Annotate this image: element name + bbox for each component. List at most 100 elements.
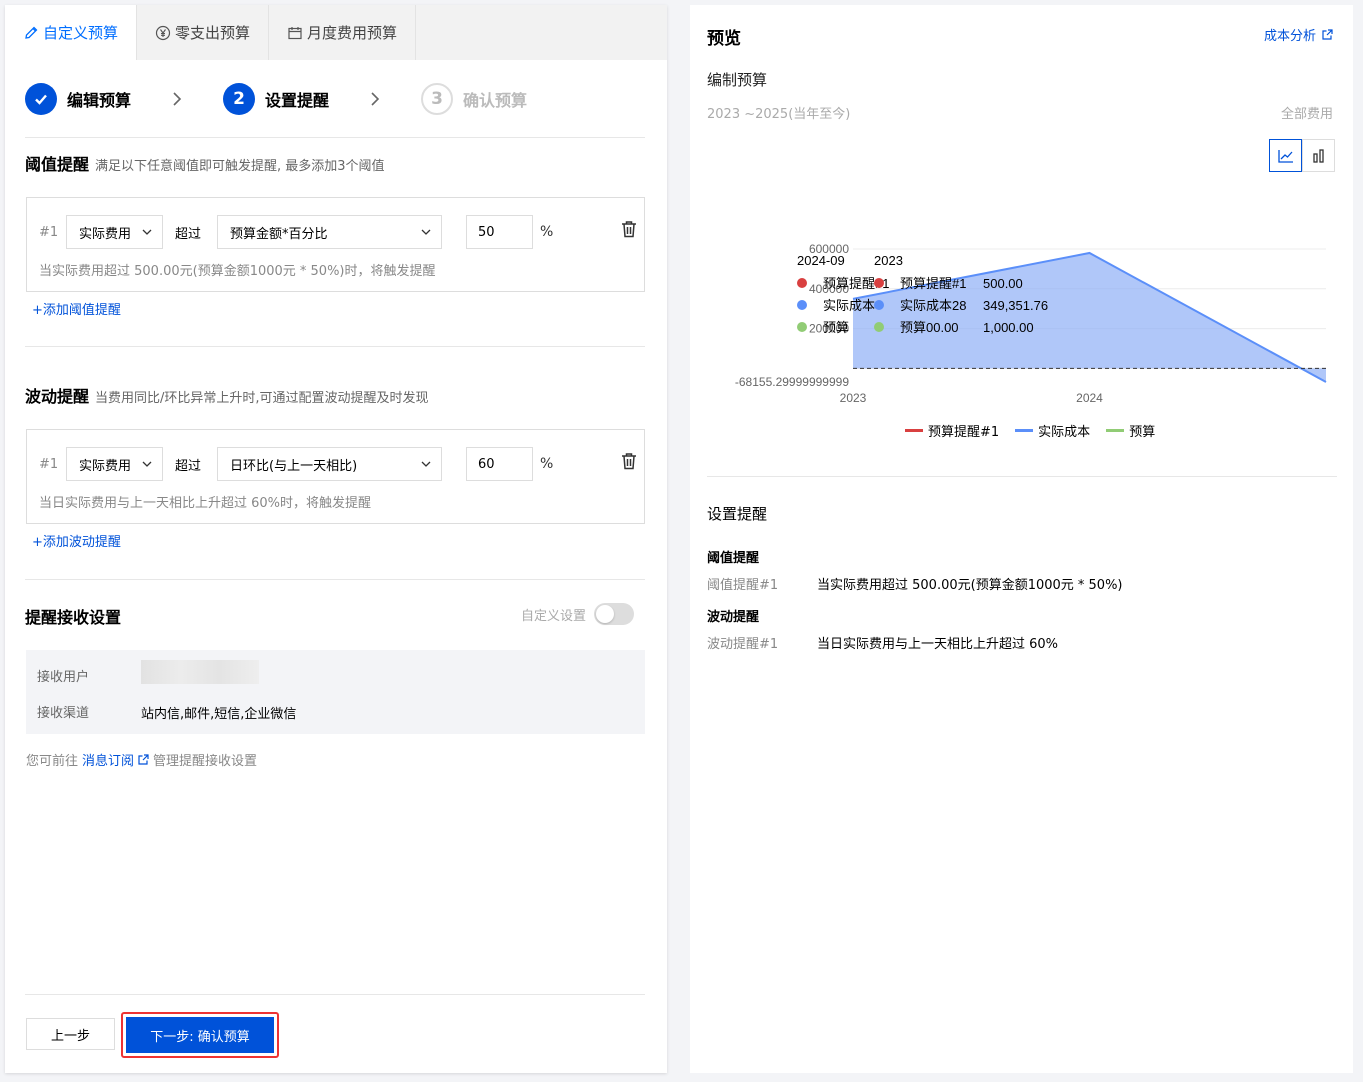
trash-icon[interactable] — [621, 452, 637, 470]
next-step-button[interactable]: 下一步: 确认预算 — [126, 1017, 274, 1053]
chevron-down-icon — [421, 461, 431, 467]
bar-chart-button[interactable] — [1302, 139, 1335, 172]
custom-settings-toggle[interactable] — [594, 603, 634, 625]
trash-icon[interactable] — [621, 220, 637, 238]
x-tick-label: 2023 — [840, 391, 867, 405]
rule-hint: 当日实际费用与上一天相比上升超过 60%时，将触发提醒 — [39, 496, 372, 511]
settings-title: 设置提醒 — [707, 505, 768, 523]
tooltip-series-name: 预算 — [823, 320, 849, 335]
fluctuation-key: 波动提醒#1 — [707, 637, 779, 652]
fluctuation-summary: 当日实际费用与上一天相比上升超过 60% — [817, 637, 1059, 652]
external-link-icon[interactable] — [138, 754, 149, 765]
budget-area-chart: 600000400000200000-68155.299999999992023… — [735, 242, 1327, 405]
custom-settings-toggle-wrap: 自定义设置 — [521, 603, 634, 625]
tab-monthly-budget[interactable]: 月度费用预算 — [269, 5, 417, 60]
tab-zero-spend-budget[interactable]: 零支出预算 — [137, 5, 270, 60]
tab-custom-budget[interactable]: 自定义预算 — [5, 5, 138, 60]
chevron-down-icon — [142, 461, 152, 467]
threshold-summary: 当实际费用超过 500.00元(预算金额1000元 * 50%) — [817, 578, 1123, 593]
divider — [25, 137, 645, 138]
receive-channel-label: 接收渠道 — [37, 706, 90, 721]
receive-user-label: 接收用户 — [37, 670, 90, 685]
receive-channel-value: 站内信,邮件,短信,企业微信 — [141, 707, 297, 722]
divider — [25, 994, 645, 995]
metric-select[interactable]: 实际费用 — [66, 447, 163, 481]
cost-analysis-label: 成本分析 — [1263, 29, 1316, 44]
fluctuation-heading: 波动提醒 — [707, 610, 760, 625]
chart-legend: 预算提醒#1 实际成本 预算 — [905, 421, 1155, 440]
budget-type-tabs: 自定义预算 零支出预算 月度费用预算 — [5, 5, 667, 60]
unit-label: % — [540, 456, 554, 472]
fluctuation-rule-card: #1 实际费用 超过 日环比(与上一天相比) 60 % 当日实际费用与上一天相比… — [26, 429, 645, 524]
legend-item[interactable]: 实际成本 — [1015, 421, 1090, 440]
legend-item[interactable]: 预算提醒#1 — [905, 421, 999, 440]
rule-index: #1 — [39, 224, 59, 240]
preview-date-range: 2023 ~2025(当年至今) — [707, 107, 851, 122]
basis-select[interactable]: 日环比(与上一天相比) — [217, 447, 443, 481]
divider — [707, 476, 1337, 477]
step-label: 确认预算 — [463, 91, 528, 110]
threshold-heading: 阈值提醒 — [707, 551, 760, 566]
x-tick-label: 2024 — [1076, 391, 1103, 405]
bar-chart-icon — [1312, 148, 1324, 163]
chevron-down-icon — [142, 229, 152, 235]
threshold-section-header: 阈值提醒 满足以下任意阈值即可触发提醒, 最多添加3个阈值 — [25, 151, 385, 175]
budget-form-panel: 自定义预算 零支出预算 月度费用预算 编辑预算 2 设置提醒 3 确认预算 阈值… — [5, 5, 667, 1073]
legend-label: 实际成本 — [1038, 425, 1091, 440]
threshold-rule-card: #1 实际费用 超过 预算金额*百分比 50 % 当实际费用超过 500.00元… — [26, 197, 645, 292]
fluctuation-section-header: 波动提醒 当费用同比/环比异常上升时,可通过配置波动提醒及时发现 — [25, 383, 429, 407]
select-value: 日环比(与上一天相比) — [230, 458, 358, 474]
prev-step-button[interactable]: 上一步 — [26, 1018, 115, 1050]
step-number: 2 — [223, 83, 256, 115]
select-value: 实际费用 — [79, 458, 132, 474]
rule-index: #1 — [39, 456, 59, 472]
chevron-right-icon — [159, 91, 195, 107]
external-link-icon — [1322, 29, 1333, 40]
add-fluctuation-link[interactable]: +添加波动提醒 — [32, 531, 121, 550]
preview-panel: 预览 成本分析 编制预算 2023 ~2025(当年至今) 全部费用 60000… — [690, 5, 1353, 1073]
message-subscription-link[interactable]: 消息订阅 — [82, 750, 134, 769]
legend-label: 预算提醒#1 — [928, 425, 1000, 440]
unit-label: % — [540, 224, 554, 240]
legend-label: 预算 — [1129, 425, 1156, 440]
tooltip-dot — [874, 300, 884, 310]
basis-select[interactable]: 预算金额*百分比 — [217, 215, 443, 249]
tooltip-series-name: 预算提醒#1 — [900, 276, 966, 291]
legend-item[interactable]: 预算 — [1106, 421, 1155, 440]
chevron-right-icon — [357, 91, 393, 107]
toggle-knob — [596, 605, 614, 623]
note-suffix: 管理提醒接收设置 — [153, 754, 258, 769]
tooltip-value: 349,351.76 — [983, 298, 1048, 313]
fluctuation-value-input[interactable]: 60 — [466, 447, 534, 481]
tooltip-header: 2024-09 — [797, 253, 845, 268]
select-value: 预算金额*百分比 — [230, 226, 328, 242]
preview-subtitle: 编制预算 — [707, 71, 768, 89]
receive-info-box: 接收用户 接收渠道 站内信,邮件,短信,企业微信 — [26, 650, 645, 734]
stepper: 编辑预算 2 设置提醒 3 确认预算 — [25, 83, 527, 115]
step-label: 设置提醒 — [265, 91, 330, 110]
tooltip-series-name: 实际成本 — [823, 298, 875, 313]
metric-select[interactable]: 实际费用 — [66, 215, 163, 249]
tooltip-series-name: 预算00.00 — [900, 320, 959, 335]
threshold-key: 阈值提醒#1 — [707, 578, 779, 593]
redacted-user-name — [141, 660, 259, 684]
area-fill-actual-cost — [853, 252, 1326, 382]
add-threshold-link[interactable]: +添加阈值提醒 — [32, 299, 121, 318]
threshold-rule-row: #1 实际费用 超过 预算金额*百分比 50 % — [39, 215, 553, 249]
preview-title: 预览 — [707, 29, 741, 49]
tab-label: 零支出预算 — [175, 24, 251, 42]
threshold-value-input[interactable]: 50 — [466, 215, 534, 249]
tab-label: 月度费用预算 — [307, 24, 398, 42]
subscription-note: 您可前往 消息订阅 管理提醒接收设置 — [26, 750, 257, 769]
operator-label: 超过 — [175, 458, 202, 474]
section-title: 提醒接收设置 — [25, 608, 122, 627]
step-edit-budget: 编辑预算 — [25, 83, 131, 115]
tooltip-dot — [797, 278, 807, 288]
line-chart-button[interactable] — [1269, 139, 1302, 172]
receive-section-header: 提醒接收设置 — [25, 604, 121, 628]
tooltip-value: 1,000.00 — [983, 320, 1034, 335]
tab-label: 自定义预算 — [43, 24, 119, 42]
cost-analysis-link[interactable]: 成本分析 — [1264, 25, 1333, 44]
select-value: 实际费用 — [79, 226, 132, 242]
check-icon — [25, 83, 57, 115]
